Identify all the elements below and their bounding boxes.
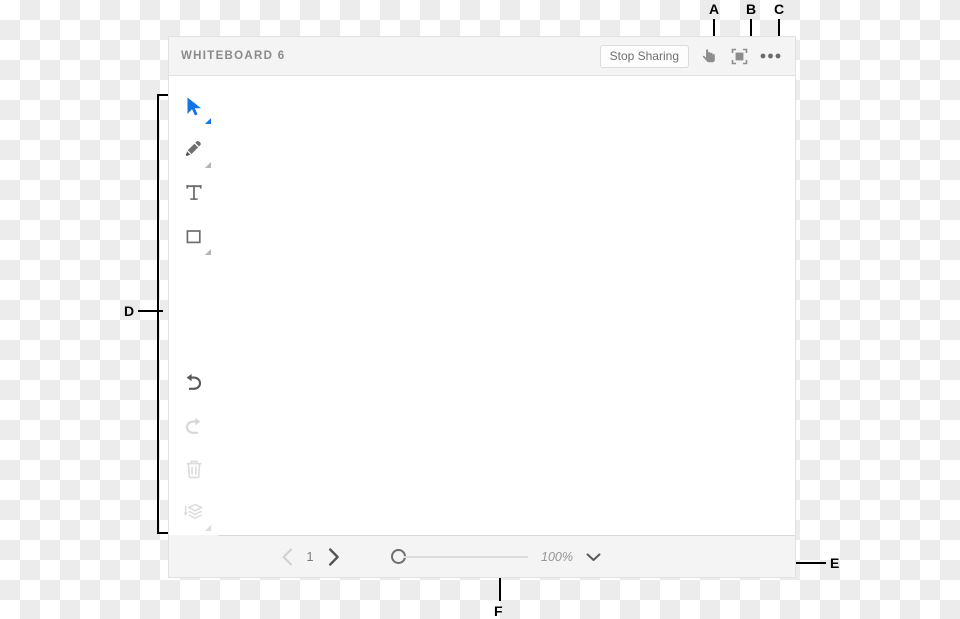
callout-label-e: E <box>830 555 840 571</box>
tool-delete[interactable] <box>174 448 214 491</box>
page-title: WHITEBOARD 6 <box>181 50 286 62</box>
previous-page-button[interactable] <box>278 545 296 569</box>
window-header: WHITEBOARD 6 Stop Sharing <box>169 37 795 76</box>
tool-select[interactable] <box>174 85 214 128</box>
zoom-slider-track[interactable] <box>404 555 528 558</box>
tool-shape-flyout-indicator <box>204 248 211 255</box>
tool-redo[interactable] <box>174 405 214 448</box>
tool-select-flyout-indicator <box>204 118 211 125</box>
whiteboard-canvas[interactable] <box>218 76 795 535</box>
window-footer: 1 100% <box>169 535 795 577</box>
window-body <box>169 76 795 535</box>
zoom-slider[interactable] <box>391 549 528 564</box>
tool-layers[interactable] <box>174 492 214 535</box>
tool-shape[interactable] <box>174 215 214 258</box>
tool-undo[interactable] <box>174 362 214 405</box>
pager: 1 <box>278 545 342 569</box>
tool-text[interactable] <box>174 172 214 215</box>
callout-label-d: D <box>124 303 135 319</box>
zoom-dropdown-chevron-down-icon[interactable] <box>585 551 602 563</box>
fit-to-screen-icon[interactable] <box>730 47 749 66</box>
next-page-button[interactable] <box>324 545 342 569</box>
callout-leader-e <box>793 562 826 564</box>
pointer-hand-icon[interactable] <box>700 47 719 66</box>
tool-layers-flyout-indicator <box>204 525 211 531</box>
zoom-group: 100% <box>391 549 602 564</box>
callout-label-f: F <box>494 603 503 619</box>
callout-label-a: A <box>709 1 720 17</box>
whiteboard-window: WHITEBOARD 6 Stop Sharing 1 100% <box>168 36 796 578</box>
footer-rail-spacer <box>169 535 218 577</box>
footer-main: 1 100% <box>218 535 795 577</box>
more-options-icon[interactable] <box>760 52 781 60</box>
callout-label-c: C <box>774 1 785 17</box>
stop-sharing-button[interactable]: Stop Sharing <box>599 44 689 68</box>
tool-pencil[interactable] <box>174 128 214 171</box>
tool-pencil-flyout-indicator <box>204 161 211 168</box>
zoom-level-value: 100% <box>541 549 573 564</box>
callout-label-b: B <box>746 1 757 17</box>
header-actions: Stop Sharing <box>599 44 781 68</box>
tool-rail <box>169 76 218 535</box>
page-number[interactable]: 1 <box>305 550 315 564</box>
